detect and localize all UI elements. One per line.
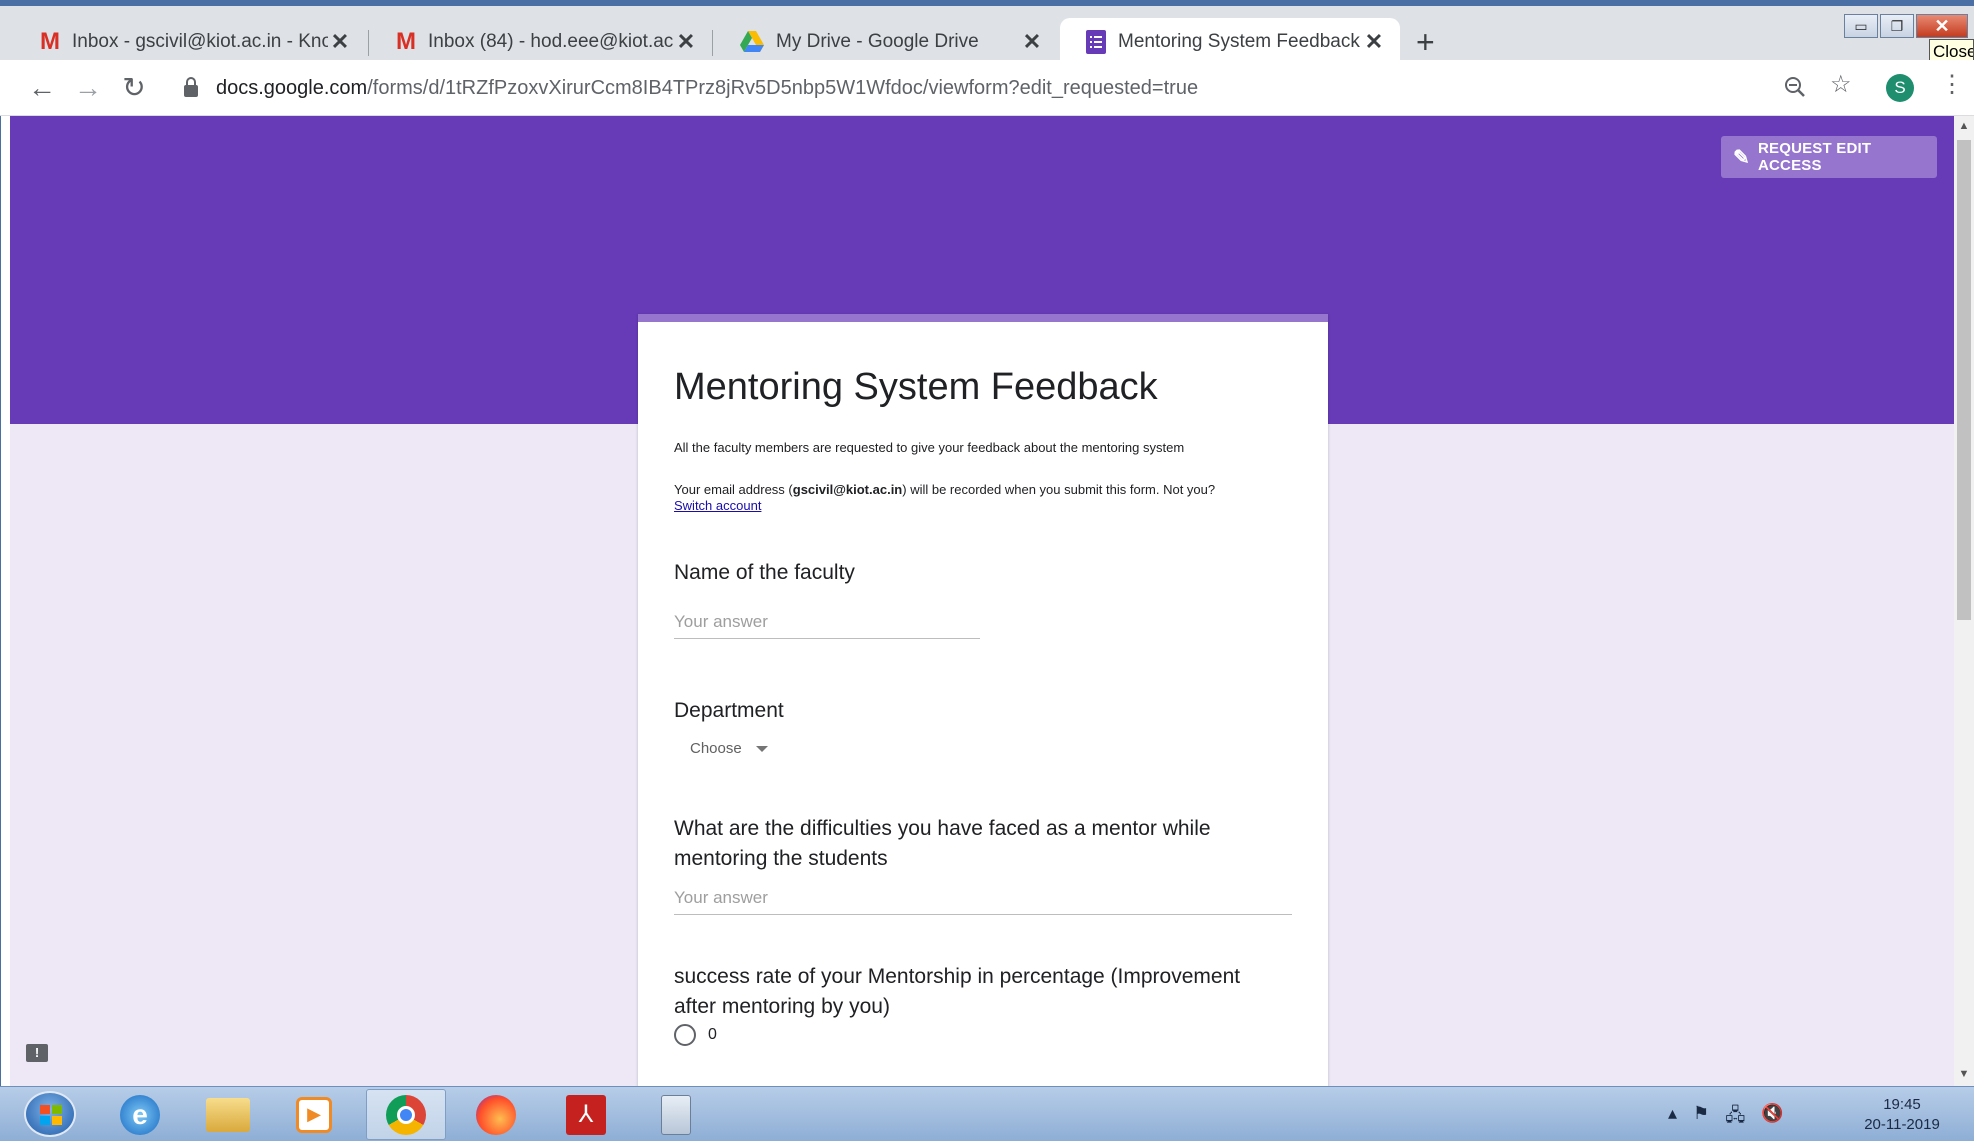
google-drive-icon xyxy=(740,31,764,52)
calculator-icon[interactable] xyxy=(636,1089,716,1140)
zoom-icon[interactable] xyxy=(1784,76,1806,98)
success-rate-option-label: 0 xyxy=(708,1026,717,1043)
speaker-muted-icon[interactable]: 🔇 xyxy=(1761,1103,1783,1133)
page-viewport: ✎ REQUEST EDIT ACCESS Mentoring System F… xyxy=(10,116,1954,1086)
acrobat-reader-icon[interactable]: ⅄ xyxy=(546,1089,626,1140)
system-clock[interactable]: 19:45 20-11-2019 xyxy=(1852,1095,1952,1135)
lock-icon xyxy=(184,77,198,97)
url-host: docs.google.com xyxy=(216,76,368,99)
reload-icon[interactable]: ↻ xyxy=(118,72,150,104)
window-close-button[interactable]: ✕ xyxy=(1916,14,1968,38)
department-dropdown[interactable]: Choose xyxy=(690,740,768,757)
show-hidden-icons-icon[interactable]: ▴ xyxy=(1668,1103,1677,1133)
back-icon[interactable]: ← xyxy=(26,72,58,104)
tab-separator xyxy=(368,30,369,56)
clock-date: 20-11-2019 xyxy=(1864,1116,1940,1133)
media-player-icon[interactable]: ▶ xyxy=(274,1089,354,1140)
clock-time: 19:45 xyxy=(1883,1096,1921,1113)
start-button[interactable] xyxy=(24,1091,76,1137)
windows-logo-icon xyxy=(40,1105,62,1125)
tab-gmail-hod-eee[interactable]: M Inbox (84) - hod.eee@kiot.ac.in - ✕ xyxy=(370,18,712,66)
form-description: All the faculty members are requested to… xyxy=(674,440,1185,455)
email-address: gscivil@kiot.ac.in xyxy=(792,482,903,497)
browser-toolbar: ← → ↻ docs.google.com/forms/d/1tRZfPzoxv… xyxy=(0,60,1974,116)
gmail-icon: M xyxy=(40,28,60,55)
scroll-up-icon[interactable]: ▲ xyxy=(1958,120,1970,132)
question-department-label: Department xyxy=(674,699,784,722)
new-tab-button[interactable]: + xyxy=(1416,24,1435,60)
profile-avatar[interactable]: S xyxy=(1886,74,1914,102)
faculty-name-input[interactable]: Your answer xyxy=(674,612,980,639)
form-title: Mentoring System Feedback xyxy=(674,366,1158,408)
windows-taskbar: e ▶ ⅄ ▴ ⚑ 🖧 🔇 19:45 20-11-2019 xyxy=(0,1086,1974,1141)
chrome-icon[interactable] xyxy=(366,1089,446,1140)
radio-button[interactable] xyxy=(674,1024,696,1046)
url-path: /forms/d/1tRZfPzoxvXirurCcm8IB4TPrz8jRv5… xyxy=(367,76,1199,99)
question-difficulties-label: What are the difficulties you have faced… xyxy=(674,817,1211,870)
scrollbar-thumb[interactable] xyxy=(1957,140,1971,620)
tab-close-icon[interactable]: ✕ xyxy=(328,29,352,55)
forward-icon[interactable]: → xyxy=(72,72,104,104)
email-notice: Your email address (gscivil@kiot.ac.in) … xyxy=(674,482,1294,514)
report-feedback-icon[interactable]: ! xyxy=(26,1044,48,1062)
tab-close-icon[interactable]: ✕ xyxy=(674,29,698,55)
page-scrollbar[interactable]: ▲ ▼ xyxy=(1954,116,1974,1086)
tab-title: My Drive - Google Drive xyxy=(776,31,979,52)
success-rate-option[interactable]: 0 xyxy=(674,1024,717,1046)
tab-title: Inbox (84) - hod.eee@kiot.ac.in - xyxy=(428,31,674,52)
tab-google-drive[interactable]: My Drive - Google Drive ✕ xyxy=(714,18,1058,66)
action-center-flag-icon[interactable]: ⚑ xyxy=(1693,1103,1709,1133)
tab-strip: M Inbox - gscivil@kiot.ac.in - Know ✕ M … xyxy=(0,0,1974,66)
tab-gmail-gscivil[interactable]: M Inbox - gscivil@kiot.ac.in - Know ✕ xyxy=(14,18,366,66)
tab-close-icon[interactable]: ✕ xyxy=(1362,29,1386,55)
tab-title: Mentoring System Feedback xyxy=(1118,31,1360,52)
question-name-label: Name of the faculty xyxy=(674,561,855,584)
window-controls: ▭ ❐ ✕ xyxy=(1842,14,1968,38)
chevron-down-icon xyxy=(755,745,768,752)
system-tray: ▴ ⚑ 🖧 🔇 xyxy=(1668,1103,1784,1133)
network-icon[interactable]: 🖧 xyxy=(1725,1103,1745,1133)
request-edit-access-button[interactable]: ✎ REQUEST EDIT ACCESS xyxy=(1721,136,1937,178)
internet-explorer-icon[interactable]: e xyxy=(100,1089,180,1140)
firefox-icon[interactable] xyxy=(456,1089,536,1140)
restore-button[interactable]: ❐ xyxy=(1880,14,1914,38)
email-suffix: ) will be recorded when you submit this … xyxy=(902,482,1216,497)
department-dropdown-value: Choose xyxy=(690,740,742,757)
file-explorer-icon[interactable] xyxy=(188,1089,268,1140)
form-card: Mentoring System Feedback All the facult… xyxy=(638,314,1328,1086)
tab-close-icon[interactable]: ✕ xyxy=(1020,29,1044,55)
gmail-icon: M xyxy=(396,28,416,55)
difficulties-input[interactable]: Your answer xyxy=(674,888,1292,915)
menu-icon[interactable]: ⋮ xyxy=(1940,70,1964,99)
tab-separator xyxy=(712,30,713,56)
address-bar[interactable]: docs.google.com/forms/d/1tRZfPzoxvXirurC… xyxy=(168,66,1868,110)
bookmark-star-icon[interactable]: ☆ xyxy=(1830,70,1852,99)
google-forms-icon xyxy=(1086,30,1106,54)
pencil-icon: ✎ xyxy=(1733,146,1750,169)
tab-mentoring-feedback[interactable]: Mentoring System Feedback ✕ xyxy=(1060,18,1400,66)
question-success-rate-label: success rate of your Mentorship in perce… xyxy=(674,965,1241,1018)
url-text: docs.google.com/forms/d/1tRZfPzoxvXirurC… xyxy=(216,77,1198,100)
minimize-button[interactable]: ▭ xyxy=(1844,14,1878,38)
scroll-down-icon[interactable]: ▼ xyxy=(1958,1068,1970,1080)
switch-account-link[interactable]: Switch account xyxy=(674,498,761,513)
request-edit-access-label: REQUEST EDIT ACCESS xyxy=(1757,140,1872,174)
email-prefix: Your email address ( xyxy=(674,482,793,497)
tab-title: Inbox - gscivil@kiot.ac.in - Know xyxy=(72,31,328,52)
